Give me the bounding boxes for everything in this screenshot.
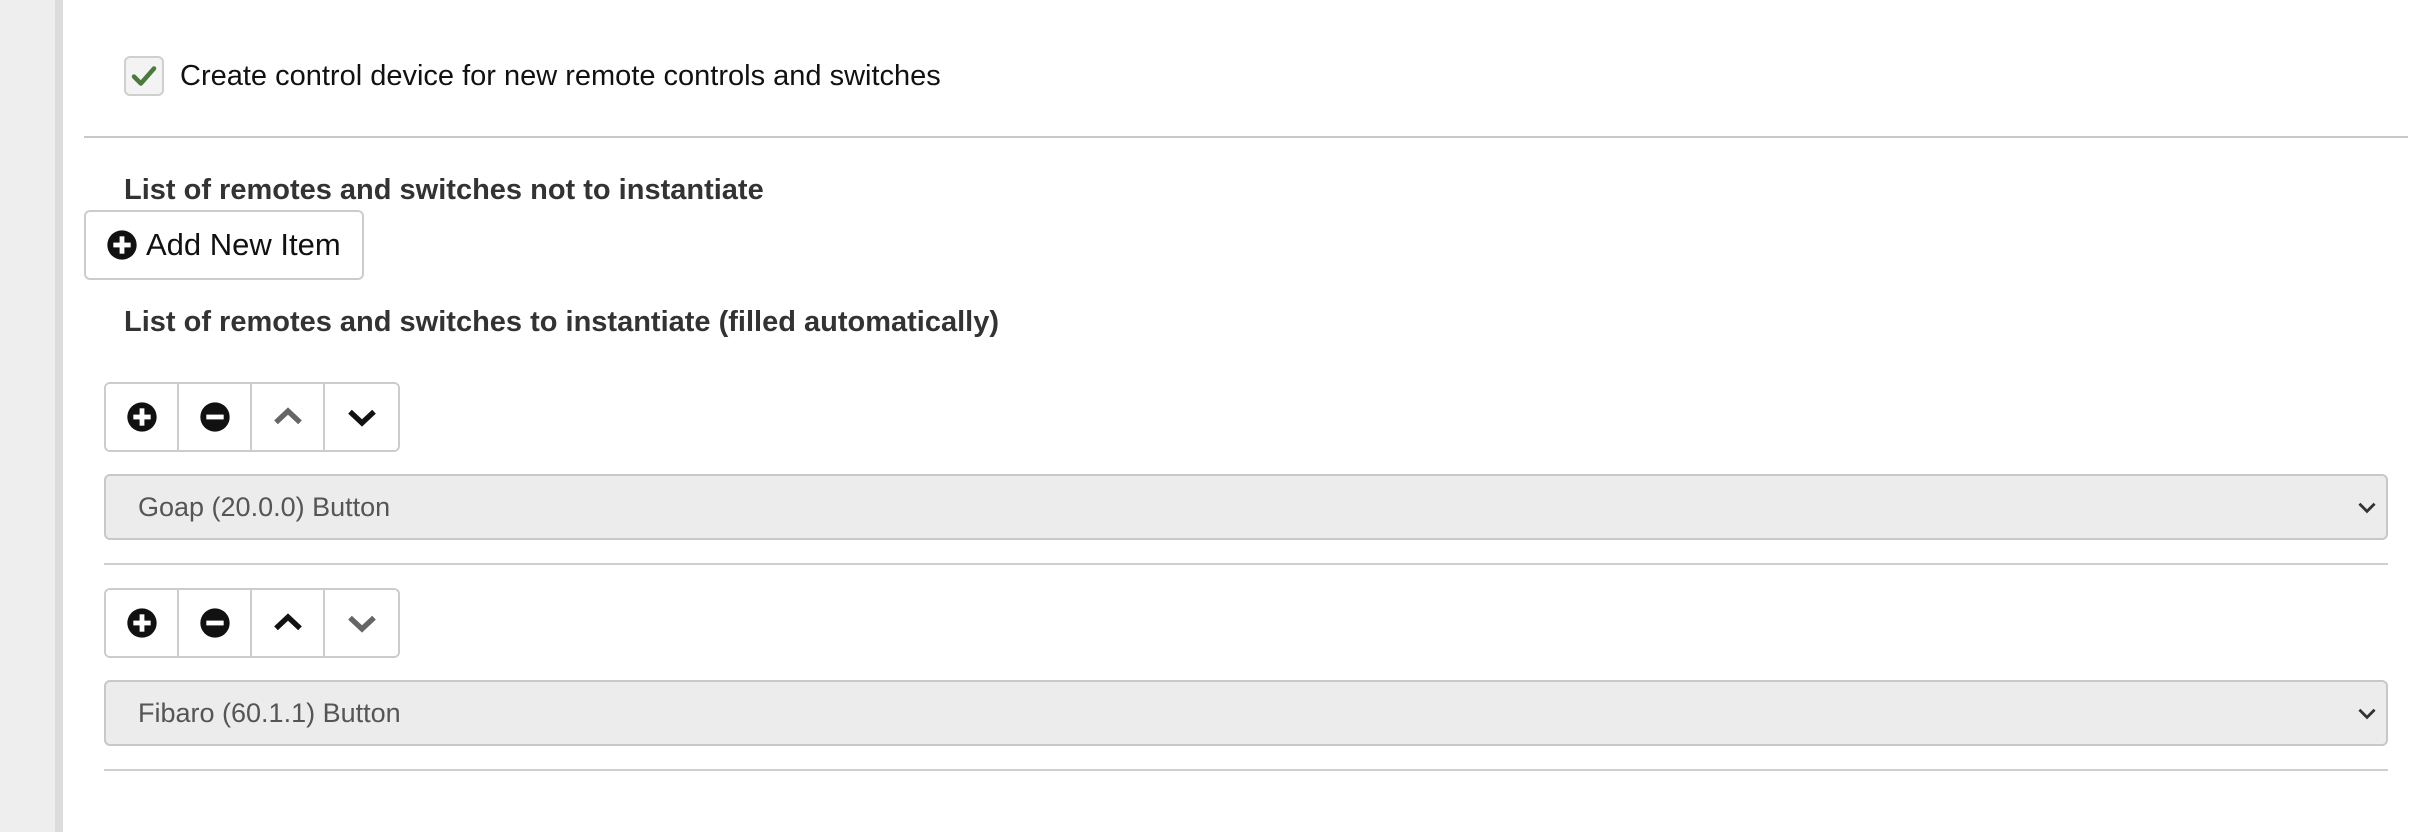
chevron-down-icon [347,409,376,427]
add-new-item-label: Add New Item [146,227,341,262]
chevron-down-icon [347,615,376,633]
plus-circle-icon [107,230,137,260]
move-down-button[interactable] [325,590,398,656]
left-rule [55,0,63,832]
item-divider [104,563,2388,565]
chevron-up-icon [273,407,302,425]
plus-circle-icon [126,402,157,432]
move-up-button[interactable] [252,384,325,450]
create-control-device-row[interactable]: Create control device for new remote con… [124,56,941,96]
checkmark-icon [131,66,157,86]
minus-circle-icon [199,608,230,638]
item-select-value: Goap (20.0.0) Button [138,491,391,522]
chevron-down-icon [2358,502,2376,514]
chevron-up-icon [273,613,302,631]
list-item: Fibaro (60.1.1) Button [104,588,2388,778]
list-item: Goap (20.0.0) Button [104,382,2388,572]
remove-item-button[interactable] [179,590,252,656]
item-divider [104,769,2388,771]
remove-item-button[interactable] [179,384,252,450]
plus-circle-icon [126,608,157,638]
move-down-button[interactable] [325,384,398,450]
left-gutter [0,0,55,832]
add-item-button[interactable] [106,590,179,656]
not-instantiate-heading: List of remotes and switches not to inst… [124,174,764,206]
item-select[interactable]: Goap (20.0.0) Button [104,474,2388,540]
item-controls [104,588,400,658]
move-up-button[interactable] [252,590,325,656]
add-item-button[interactable] [106,384,179,450]
section-divider [84,136,2408,138]
create-control-device-checkbox[interactable] [124,56,164,96]
minus-circle-icon [199,402,230,432]
create-control-device-label: Create control device for new remote con… [180,59,941,92]
chevron-down-icon [2358,708,2376,720]
item-controls [104,382,400,452]
add-new-item-button[interactable]: Add New Item [84,210,364,280]
item-select[interactable]: Fibaro (60.1.1) Button [104,680,2388,746]
item-select-value: Fibaro (60.1.1) Button [138,697,401,728]
instantiate-heading: List of remotes and switches to instanti… [124,306,999,338]
